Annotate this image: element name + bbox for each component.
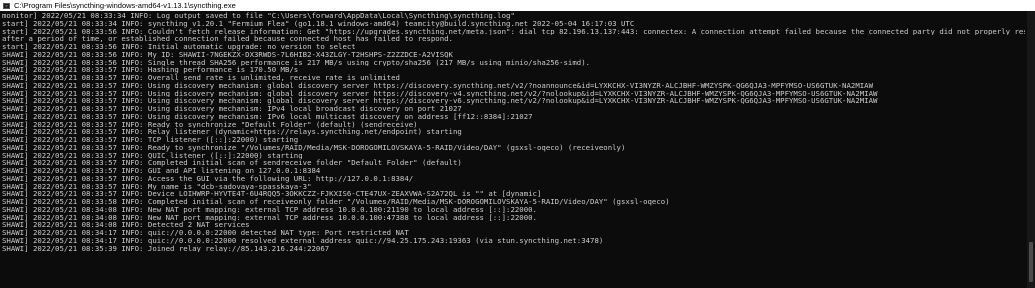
console-line: SHAWI] 2022/05/21 08:33:56 INFO: My ID: … (2, 50, 453, 59)
console-line: SHAWI] 2022/05/21 08:34:17 INFO: quic://… (2, 229, 409, 237)
console-line: SHAWI] 2022/05/21 08:34:17 INFO: quic://… (2, 236, 604, 245)
console-line: SHAWI] 2022/05/21 08:33:57 INFO: Device … (2, 190, 542, 198)
console-line: monitor] 2022/05/21 08:33:34 INFO: Log o… (2, 12, 515, 20)
console-line: start] 2022/05/21 08:33:34 INFO: syncthi… (2, 19, 635, 28)
scrollbar-thumb[interactable] (1029, 242, 1033, 282)
console-line: SHAWI] 2022/05/21 08:33:57 INFO: Using d… (2, 105, 462, 113)
console-app-icon: > (3, 2, 10, 9)
console-line: SHAWI] 2022/05/21 08:33:57 INFO: My name… (2, 182, 312, 191)
console-line: SHAWI] 2022/05/21 08:33:57 INFO: TCP lis… (2, 136, 299, 144)
console-line: SHAWI] 2022/05/21 08:33:57 INFO: QUIC li… (2, 151, 303, 160)
title-bar[interactable]: > C:\Program Files\syncthing-windows-amd… (0, 0, 1035, 11)
console-line: SHAWI] 2022/05/21 08:34:08 INFO: Detecte… (2, 221, 250, 229)
console-line: SHAWI] 2022/05/21 08:33:57 INFO: Access … (2, 174, 414, 183)
console-line: SHAWI] 2022/05/21 08:33:57 INFO: GUI and… (2, 167, 321, 175)
console-area[interactable]: monitor] 2022/05/21 08:33:34 INFO: Log o… (0, 11, 1035, 288)
console-line: SHAWI] 2022/05/21 08:34:08 INFO: New NAT… (2, 213, 537, 222)
console-line: SHAWI] 2022/05/21 08:33:57 INFO: Ready t… (2, 120, 418, 129)
console-line: SHAWI] 2022/05/21 08:33:57 INFO: Ready t… (2, 143, 626, 152)
console-line: SHAWI] 2022/05/21 08:34:08 INFO: New NAT… (2, 205, 537, 214)
vertical-scrollbar[interactable] (1027, 11, 1035, 288)
console-line: SHAWI] 2022/05/21 08:33:57 INFO: Using d… (2, 89, 878, 98)
console-line: SHAWI] 2022/05/21 08:33:57 INFO: Using d… (2, 81, 873, 90)
console-line: SHAWI] 2022/05/21 08:35:39 INFO: Joined … (2, 244, 330, 253)
console-line: after a period of time, or established c… (2, 35, 453, 43)
console-line: start] 2022/05/21 08:33:56 INFO: Couldn'… (2, 27, 1025, 36)
console-line: SHAWI] 2022/05/21 08:33:58 INFO: Complet… (2, 198, 670, 206)
console-line: SHAWI] 2022/05/21 08:33:57 INFO: Overall… (2, 74, 400, 82)
console-line: SHAWI] 2022/05/21 08:33:57 INFO: Hashing… (2, 66, 299, 74)
console-line: start] 2022/05/21 08:33:56 INFO: Initial… (2, 43, 356, 51)
console-line: SHAWI] 2022/05/21 08:33:56 INFO: Single … (2, 58, 591, 67)
console-output[interactable]: monitor] 2022/05/21 08:33:34 INFO: Log o… (0, 11, 1027, 288)
console-window: > C:\Program Files\syncthing-windows-amd… (0, 0, 1035, 288)
console-line: SHAWI] 2022/05/21 08:33:57 INFO: Using d… (2, 97, 878, 105)
window-title: C:\Program Files\syncthing-windows-amd64… (14, 1, 236, 10)
console-line: SHAWI] 2022/05/21 08:33:57 INFO: Relay l… (2, 128, 462, 136)
console-line: SHAWI] 2022/05/21 08:33:57 INFO: Complet… (2, 159, 462, 167)
console-line: SHAWI] 2022/05/21 08:33:57 INFO: Using d… (2, 112, 533, 121)
